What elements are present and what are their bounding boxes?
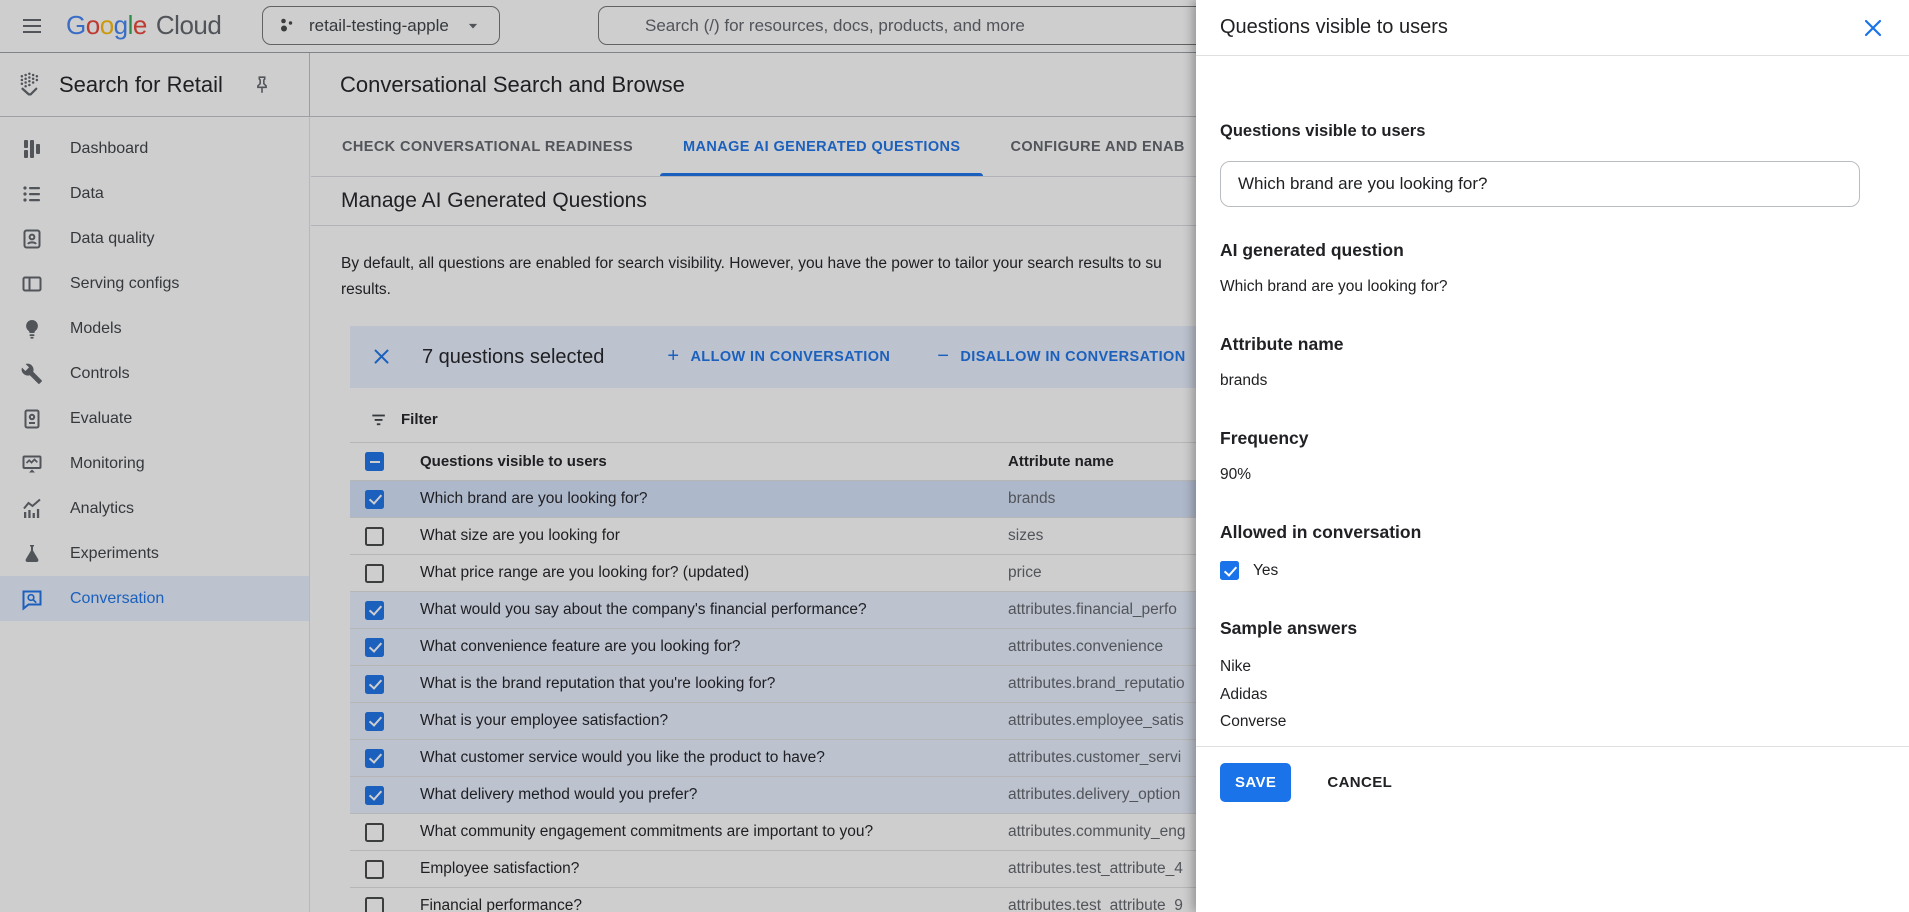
sample-answers-list: Nike Adidas Converse bbox=[1220, 653, 1885, 736]
save-button[interactable]: SAVE bbox=[1220, 763, 1291, 802]
question-field-label: Questions visible to users bbox=[1220, 122, 1885, 141]
edit-question-panel: Questions visible to users Questions vis… bbox=[1196, 0, 1909, 912]
question-text-input[interactable]: Which brand are you looking for? bbox=[1220, 161, 1860, 207]
question-input-value: Which brand are you looking for? bbox=[1238, 174, 1487, 194]
attribute-name-label: Attribute name bbox=[1220, 334, 1885, 355]
frequency-label: Frequency bbox=[1220, 428, 1885, 449]
panel-title: Questions visible to users bbox=[1220, 16, 1448, 39]
panel-body: Questions visible to users Which brand a… bbox=[1196, 122, 1909, 736]
close-icon[interactable] bbox=[1861, 16, 1885, 40]
ai-question-label: AI generated question bbox=[1220, 240, 1885, 261]
allowed-in-conversation-row: Yes bbox=[1220, 561, 1885, 580]
attribute-name-value: brands bbox=[1220, 372, 1885, 390]
sample-answer: Nike bbox=[1220, 653, 1885, 681]
panel-header: Questions visible to users bbox=[1196, 0, 1909, 56]
frequency-value: 90% bbox=[1220, 466, 1885, 484]
app-window: Google Cloud retail-testing-apple Search… bbox=[0, 0, 1909, 912]
cancel-button[interactable]: CANCEL bbox=[1321, 773, 1398, 792]
sample-answer: Adidas bbox=[1220, 681, 1885, 709]
allowed-checkbox[interactable] bbox=[1220, 561, 1239, 580]
ai-question-value: Which brand are you looking for? bbox=[1220, 278, 1885, 296]
sample-answer: Converse bbox=[1220, 708, 1885, 736]
sample-answers-label: Sample answers bbox=[1220, 618, 1885, 639]
allowed-in-conversation-label: Allowed in conversation bbox=[1220, 522, 1885, 543]
allowed-value: Yes bbox=[1253, 562, 1278, 580]
panel-footer: SAVE CANCEL bbox=[1196, 746, 1909, 818]
